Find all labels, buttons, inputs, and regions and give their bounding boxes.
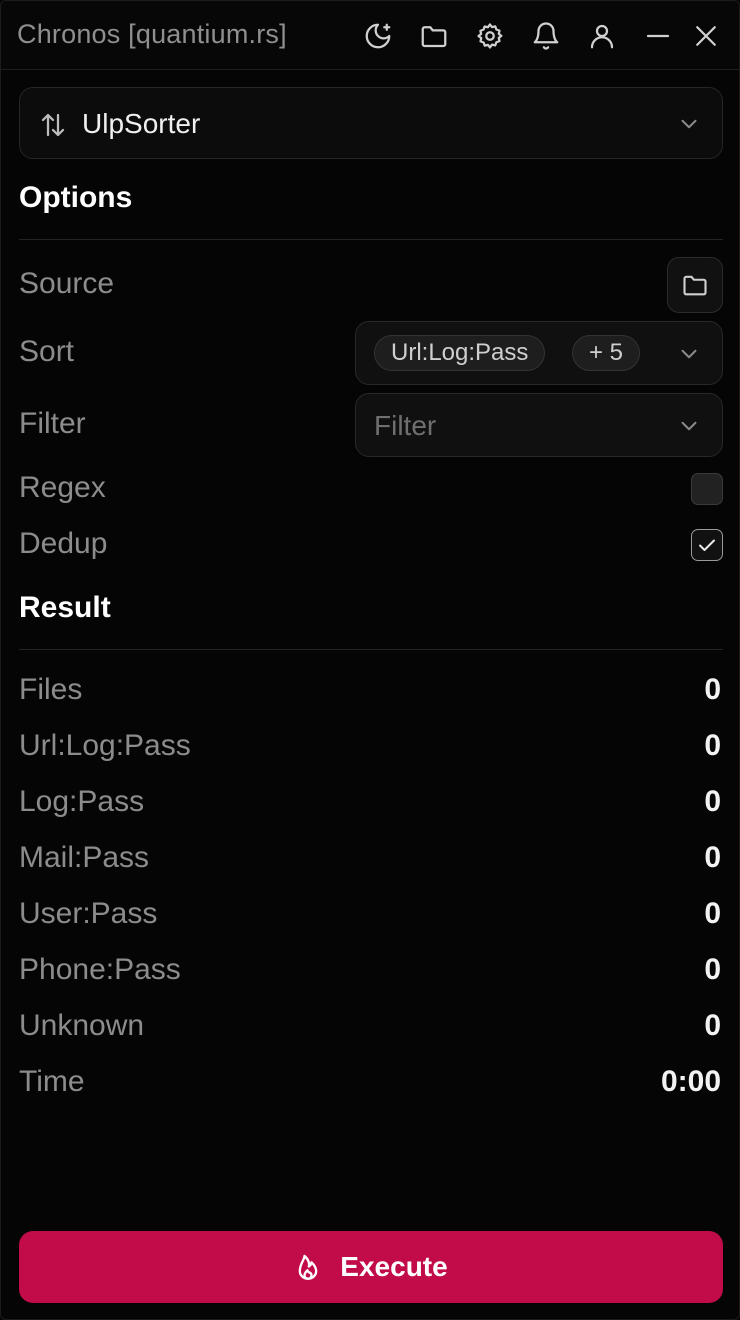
gear-icon [477,23,503,49]
app-title: Chronos [quantium.rs] [17,19,287,49]
result-label-files: Files [19,673,83,706]
result-value-user-pass: 0 [704,897,721,930]
settings-button[interactable] [473,19,507,53]
result-value-mail-pass: 0 [704,841,721,874]
options-heading: Options [19,181,133,214]
result-value-url-log-pass: 0 [704,729,721,762]
result-heading: Result [19,591,111,624]
minimize-button[interactable] [641,19,675,53]
regex-label: Regex [19,471,106,504]
filter-input[interactable] [374,408,654,444]
execute-label: Execute [340,1251,448,1282]
open-folder-button[interactable] [417,19,451,53]
sort-chip-selected[interactable]: Url:Log:Pass [374,335,546,371]
source-browse-button[interactable] [667,257,723,313]
sort-chip-more[interactable]: + 5 [572,335,641,371]
theme-toggle-button[interactable] [361,19,395,53]
execute-button[interactable]: Execute [19,1231,723,1303]
dedup-checkbox[interactable] [691,529,723,561]
sort-multiselect[interactable]: Url:Log:Pass + 5 [355,321,723,385]
chevron-down-icon [681,119,697,129]
tool-select-value: UlpSorter [82,108,201,139]
filter-label: Filter [19,407,86,440]
folder-icon [683,275,707,296]
tool-select[interactable]: UlpSorter [19,87,723,159]
source-label: Source [19,267,115,300]
result-label-time: Time [19,1065,85,1098]
bell-icon [533,22,559,50]
options-divider [19,239,723,240]
sort-label: Sort [19,335,75,368]
sort-arrows-icon [41,113,65,137]
moon-plus-icon [365,23,391,49]
account-button[interactable] [585,19,619,53]
filter-select[interactable] [355,393,723,457]
result-label-url-log-pass: Url:Log:Pass [19,729,191,762]
close-button[interactable] [689,19,723,53]
result-value-files: 0 [704,673,721,706]
regex-checkbox[interactable] [691,473,723,505]
flame-icon [298,1254,318,1280]
result-label-user-pass: User:Pass [19,897,158,930]
result-label-unknown: Unknown [19,1009,145,1042]
folder-icon [421,26,447,48]
user-icon [590,24,614,49]
title-bar[interactable]: Chronos [quantium.rs] [1,1,739,70]
chevron-down-icon [681,421,697,431]
minimize-icon [646,34,670,38]
result-label-log-pass: Log:Pass [19,785,145,818]
result-value-log-pass: 0 [704,785,721,818]
chevron-down-icon [681,349,697,359]
dedup-label: Dedup [19,527,108,560]
app-window: Chronos [quantium.rs] UlpSorter Options … [0,0,740,1320]
result-value-time: 0:00 [660,1065,721,1098]
checkmark-icon [699,539,715,551]
result-label-phone-pass: Phone:Pass [19,953,181,986]
close-icon [696,26,716,46]
notifications-button[interactable] [529,19,563,53]
result-divider [19,649,723,650]
result-value-phone-pass: 0 [704,953,721,986]
result-label-mail-pass: Mail:Pass [19,841,150,874]
result-value-unknown: 0 [704,1009,721,1042]
